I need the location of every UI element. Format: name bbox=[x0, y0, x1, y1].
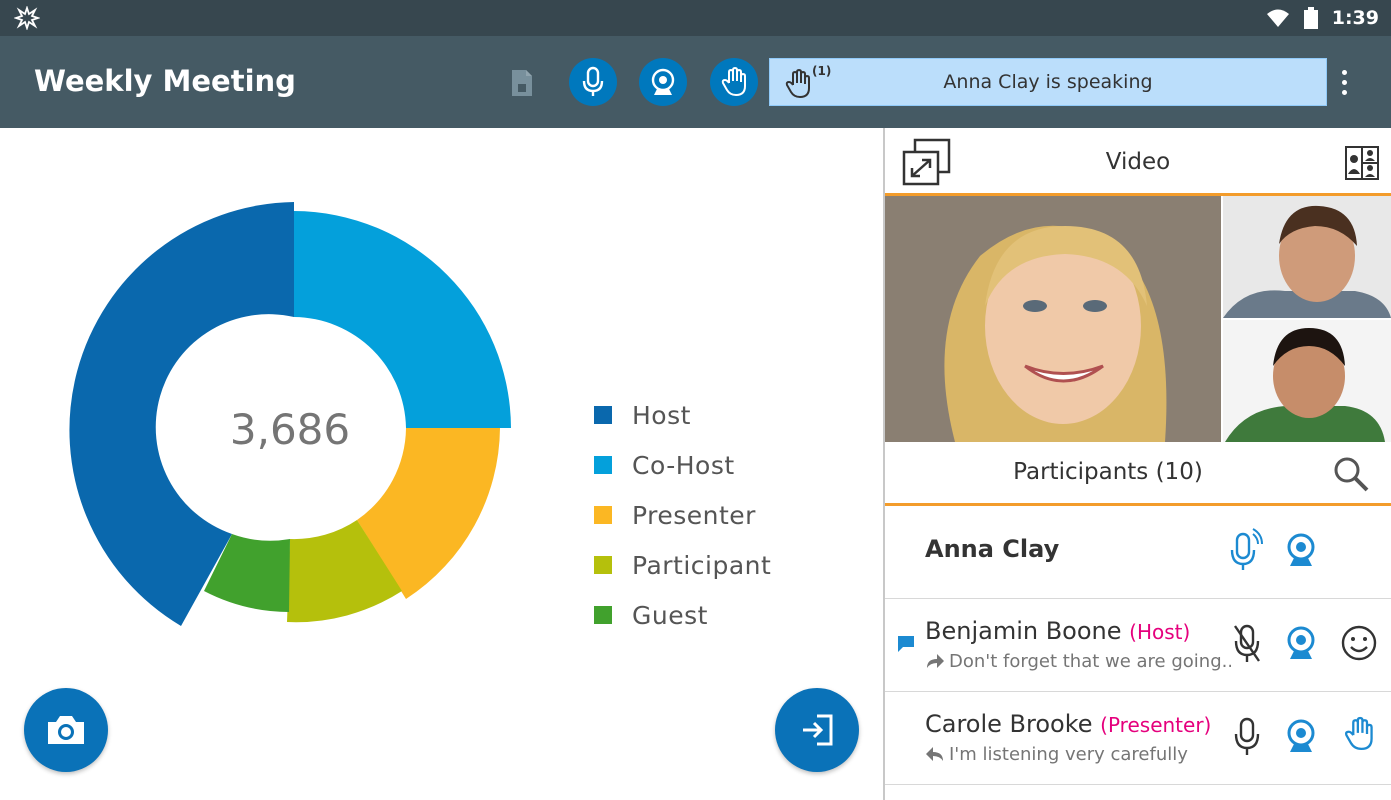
chart-legend: Host Co-Host Presenter Participant Guest bbox=[594, 390, 771, 640]
attendee-donut-chart: 3,686 bbox=[69, 202, 511, 626]
meeting-dashboard: 3,686 Host Co-Host Presenter Participant… bbox=[0, 128, 883, 800]
legend-item-participant: Participant bbox=[594, 540, 771, 590]
participant-row[interactable]: Benjamin Boone (Host) Don't forget that … bbox=[885, 599, 1391, 692]
webcam-icon[interactable] bbox=[1285, 625, 1317, 661]
forward-arrow-icon bbox=[927, 654, 944, 668]
overflow-menu-icon[interactable] bbox=[1336, 68, 1352, 98]
camera-icon bbox=[48, 716, 84, 744]
battery-icon bbox=[1303, 7, 1318, 29]
microphone-muted-icon[interactable] bbox=[1232, 623, 1262, 665]
system-status-bar: 1:39 bbox=[0, 0, 1391, 36]
chat-bubble-icon bbox=[898, 636, 914, 652]
main-speaker-video[interactable] bbox=[885, 196, 1221, 442]
clock: 1:39 bbox=[1331, 7, 1379, 29]
hand-icon bbox=[721, 67, 746, 97]
webcam-icon[interactable] bbox=[1285, 718, 1317, 754]
video-grid bbox=[885, 196, 1391, 442]
app-bar: Weekly Meeting (1) Anna Clay is speaking bbox=[0, 36, 1391, 128]
microphone-icon bbox=[582, 66, 604, 96]
raise-hand-button[interactable] bbox=[710, 58, 758, 106]
meeting-title: Weekly Meeting bbox=[34, 64, 296, 98]
video-title: Video bbox=[1105, 149, 1171, 175]
video-layout-icon[interactable] bbox=[1345, 146, 1379, 180]
participant-role: (Host) bbox=[1129, 620, 1191, 644]
reply-arrow-icon bbox=[926, 747, 943, 761]
side-panel: Video Participants (10) Anna Clay Benjam… bbox=[883, 128, 1391, 800]
raised-hand-icon[interactable] bbox=[1343, 716, 1375, 752]
participant-name: Benjamin Boone (Host) bbox=[925, 617, 1191, 645]
webcam-icon[interactable] bbox=[1285, 532, 1317, 568]
legend-item-host: Host bbox=[594, 390, 771, 440]
webcam-button[interactable] bbox=[639, 58, 687, 106]
participant-message: I'm listening very carefully bbox=[949, 744, 1188, 765]
participant-name: Carole Brooke (Presenter) bbox=[925, 710, 1212, 738]
participant-role: (Presenter) bbox=[1100, 713, 1212, 737]
donut-slice-co-host bbox=[294, 211, 511, 428]
legend-item-co-host: Co-Host bbox=[594, 440, 771, 490]
search-icon[interactable] bbox=[1331, 454, 1371, 494]
participants-title: Participants (10) bbox=[1013, 459, 1203, 485]
video-header: Video bbox=[885, 128, 1391, 196]
participants-header: Participants (10) bbox=[885, 442, 1391, 506]
participant-video-2[interactable] bbox=[1223, 320, 1391, 442]
participant-message: Don't forget that we are going... bbox=[949, 651, 1231, 672]
participant-name: Anna Clay bbox=[925, 535, 1060, 563]
participant-video-1[interactable] bbox=[1223, 196, 1391, 318]
camera-button[interactable] bbox=[24, 688, 108, 772]
smiley-icon[interactable] bbox=[1341, 625, 1377, 661]
exit-icon bbox=[803, 714, 833, 746]
legend-item-guest: Guest bbox=[594, 590, 771, 640]
microphone-button[interactable] bbox=[569, 58, 617, 106]
active-speaker-banner[interactable]: (1) Anna Clay is speaking bbox=[769, 58, 1327, 106]
exit-meeting-button[interactable] bbox=[775, 688, 859, 772]
participant-row[interactable]: Anna Clay bbox=[885, 506, 1391, 599]
microphone-speaking-icon[interactable] bbox=[1229, 528, 1263, 574]
wifi-icon bbox=[1266, 9, 1289, 27]
legend-item-presenter: Presenter bbox=[594, 490, 771, 540]
participant-row[interactable]: Carole Brooke (Presenter) I'm listening … bbox=[885, 692, 1391, 785]
microphone-icon[interactable] bbox=[1232, 716, 1262, 758]
speaking-status: Anna Clay is speaking bbox=[943, 71, 1153, 93]
app-logo-icon bbox=[14, 6, 40, 30]
donut-center-total: 3,686 bbox=[230, 405, 350, 454]
webcam-icon bbox=[651, 68, 675, 95]
share-document-icon[interactable] bbox=[506, 66, 538, 100]
